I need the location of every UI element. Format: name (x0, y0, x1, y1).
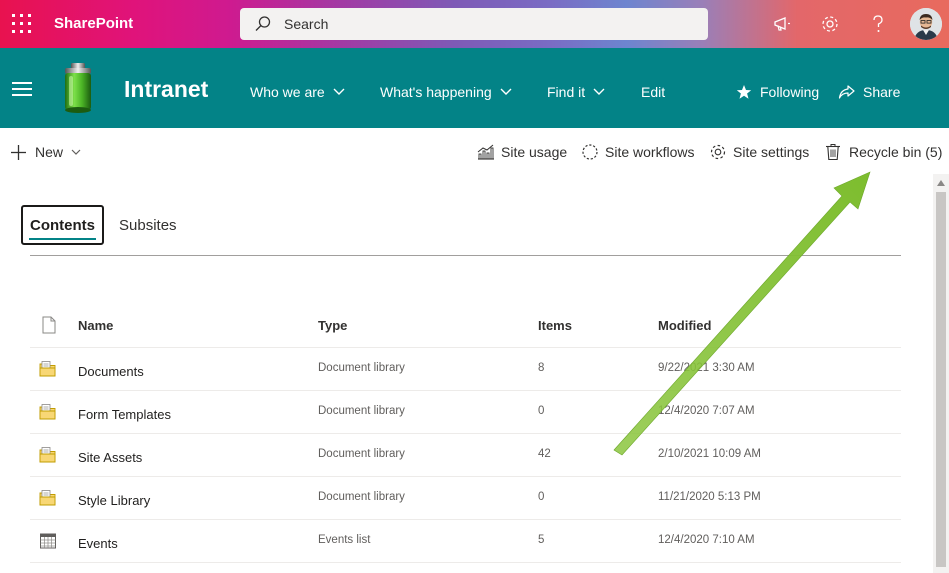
table-row[interactable]: Form Templates Document library 0 12/4/2… (30, 391, 901, 434)
row-type: Document library (318, 362, 405, 374)
document-library-icon (39, 403, 57, 421)
star-icon (736, 85, 752, 99)
row-type: Events list (318, 534, 371, 546)
site-title[interactable]: Intranet (124, 76, 208, 103)
row-items: 0 (538, 405, 545, 417)
following-label: Following (760, 84, 820, 100)
site-logo-icon[interactable] (60, 62, 96, 114)
site-workflows-label: Site workflows (605, 144, 695, 160)
site-settings-label: Site settings (733, 144, 810, 160)
workflow-icon (582, 144, 598, 160)
scroll-thumb[interactable] (936, 192, 946, 567)
document-library-icon (39, 446, 57, 464)
nav-label: What's happening (380, 84, 492, 100)
site-usage-label: Site usage (501, 144, 568, 160)
nav-find-it[interactable]: Find it (547, 84, 605, 100)
megaphone-icon[interactable] (758, 0, 806, 48)
row-type: Document library (318, 491, 405, 503)
scroll-up-arrow-icon[interactable] (937, 180, 945, 186)
row-modified: 2/10/2021 10:09 AM (658, 448, 761, 460)
table-row[interactable]: Documents Document library 8 9/22/2021 3… (30, 348, 901, 391)
tab-contents[interactable]: Contents (21, 205, 104, 245)
search-input[interactable] (284, 8, 684, 40)
waffle-icon[interactable] (12, 14, 32, 34)
row-type: Document library (318, 448, 405, 460)
site-workflows-button[interactable]: Site workflows (581, 138, 694, 166)
row-items: 8 (538, 362, 545, 374)
row-name[interactable]: Site Assets (78, 450, 142, 465)
chevron-down-icon (71, 149, 81, 155)
app-name[interactable]: SharePoint (54, 15, 133, 32)
table-row[interactable]: Events Events list 5 12/4/2020 7:10 AM (30, 520, 901, 563)
row-name[interactable]: Events (78, 536, 118, 551)
row-items: 42 (538, 448, 551, 460)
column-header-modified[interactable]: Modified (658, 318, 711, 333)
new-label: New (35, 144, 64, 160)
nav-who-we-are[interactable]: Who we are (250, 84, 345, 100)
row-type: Document library (318, 405, 405, 417)
pivot-divider (30, 255, 901, 256)
table-row[interactable]: Site Assets Document library 42 2/10/202… (30, 434, 901, 477)
chevron-down-icon (333, 88, 345, 95)
nav-label: Edit (641, 84, 666, 100)
site-settings-button[interactable]: Site settings (709, 138, 809, 166)
search-icon (254, 15, 272, 33)
tab-subsites[interactable]: Subsites (119, 205, 177, 245)
recycle-bin-button[interactable]: Recycle bin (5) (825, 138, 942, 166)
chart-icon (477, 144, 494, 160)
document-library-icon (39, 489, 57, 507)
row-modified: 9/22/2021 3:30 AM (658, 362, 755, 374)
share-label: Share (863, 84, 901, 100)
plus-icon (11, 144, 26, 160)
recycle-bin-label: Recycle bin (5) (849, 144, 943, 160)
calendar-icon (39, 532, 57, 550)
hamburger-icon[interactable] (12, 82, 32, 96)
column-header-name[interactable]: Name (78, 318, 113, 333)
share-icon (838, 84, 855, 99)
column-header-type[interactable]: Type (318, 318, 347, 333)
new-button[interactable]: New (10, 138, 81, 166)
table-row[interactable]: Style Library Document library 0 11/21/2… (30, 477, 901, 520)
site-usage-button[interactable]: Site usage (477, 138, 567, 166)
nav-whats-happening[interactable]: What's happening (380, 84, 512, 100)
nav-label: Find it (547, 84, 586, 100)
document-library-icon (39, 360, 57, 378)
help-icon[interactable] (854, 0, 902, 48)
search-box[interactable] (240, 8, 708, 40)
file-type-header-icon[interactable] (41, 316, 57, 334)
suite-bar: SharePoint (0, 0, 949, 48)
following-button[interactable]: Following (736, 84, 819, 100)
site-header: Intranet Who we are What's happening Fin… (0, 48, 949, 128)
row-modified: 12/4/2020 7:07 AM (658, 405, 755, 417)
column-header-items[interactable]: Items (538, 318, 572, 333)
row-name[interactable]: Form Templates (78, 407, 171, 422)
row-modified: 12/4/2020 7:10 AM (658, 534, 755, 546)
nav-edit[interactable]: Edit (641, 84, 665, 100)
chevron-down-icon (500, 88, 512, 95)
row-modified: 11/21/2020 5:13 PM (658, 491, 761, 503)
share-button[interactable]: Share (838, 84, 900, 100)
avatar[interactable] (910, 8, 942, 40)
gear-icon (710, 144, 726, 160)
trash-icon (826, 144, 840, 161)
nav-label: Who we are (250, 84, 325, 100)
row-name[interactable]: Documents (78, 364, 144, 379)
row-items: 5 (538, 534, 545, 546)
vertical-scrollbar[interactable] (933, 174, 949, 573)
gear-icon[interactable] (806, 0, 854, 48)
chevron-down-icon (593, 88, 605, 95)
row-name[interactable]: Style Library (78, 493, 150, 508)
row-items: 0 (538, 491, 545, 503)
